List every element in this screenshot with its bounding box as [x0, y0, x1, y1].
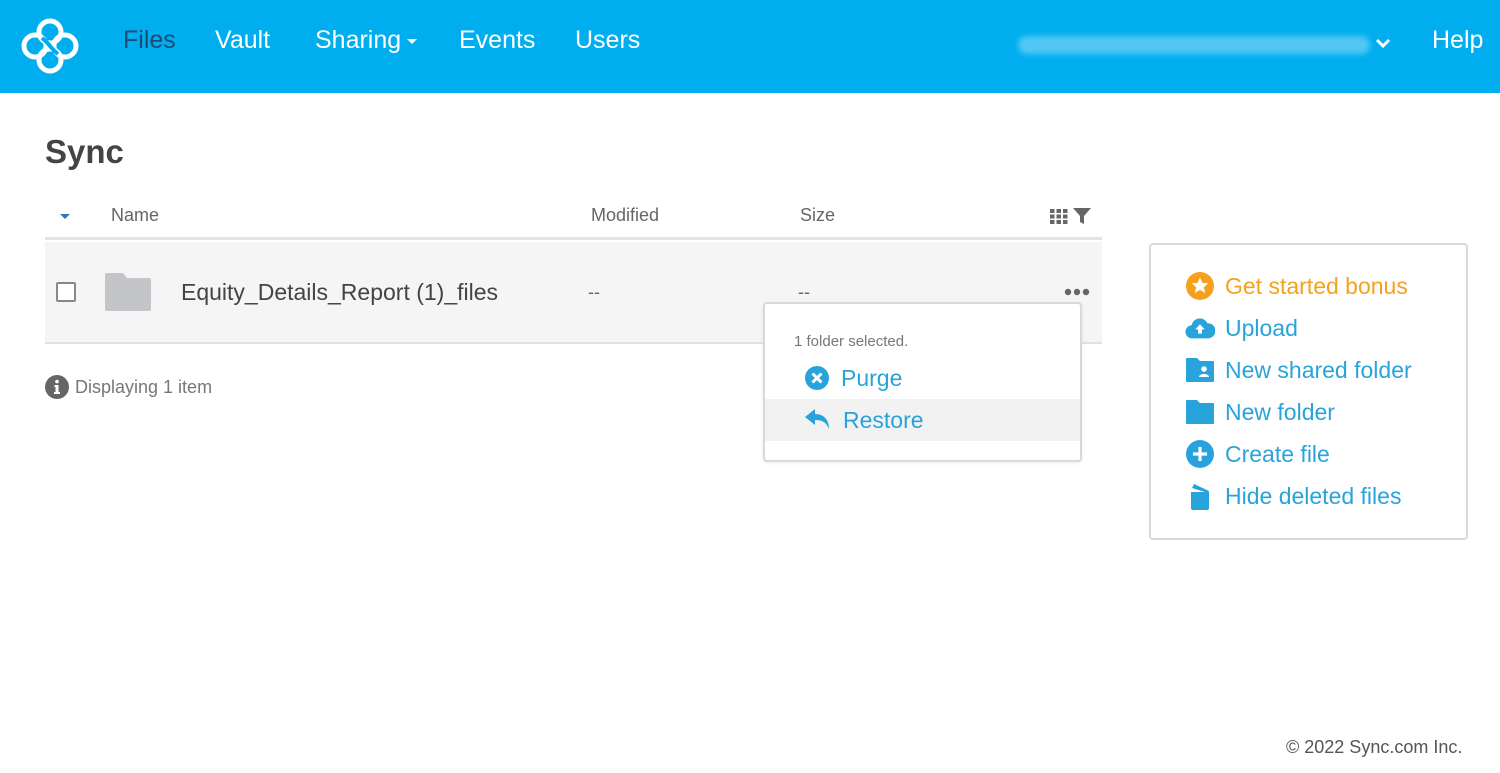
- action-label: New shared folder: [1225, 356, 1412, 383]
- reply-icon: [805, 409, 829, 429]
- column-header-size[interactable]: Size: [800, 205, 835, 226]
- folder-icon: [105, 273, 151, 311]
- menu-item-purge[interactable]: Purge: [765, 357, 1080, 399]
- action-label: Create file: [1225, 440, 1330, 467]
- action-new-folder[interactable]: New folder: [1185, 397, 1335, 427]
- column-header-name[interactable]: Name: [111, 205, 159, 226]
- top-navigation-bar: Files Vault Sharing Events Users Help: [0, 0, 1500, 93]
- item-count-status: Displaying 1 item: [45, 375, 212, 399]
- filter-icon[interactable]: [1073, 207, 1091, 225]
- info-icon: [45, 375, 69, 399]
- folder-icon: [1186, 400, 1214, 424]
- page-title: Sync: [45, 133, 124, 170]
- action-label: Hide deleted files: [1225, 482, 1402, 509]
- grid-view-icon[interactable]: [1050, 209, 1068, 224]
- menu-item-restore-label: Restore: [843, 406, 924, 433]
- actions-panel: Get started bonus Upload New shared fold…: [1149, 243, 1468, 540]
- sort-caret-icon[interactable]: [60, 214, 70, 219]
- context-menu: 1 folder selected. Purge Restore: [763, 302, 1082, 462]
- menu-item-purge-label: Purge: [841, 364, 903, 391]
- action-new-shared-folder[interactable]: New shared folder: [1185, 355, 1412, 385]
- account-menu-blurred[interactable]: [1018, 36, 1370, 54]
- action-create-file[interactable]: Create file: [1185, 439, 1330, 469]
- nav-vault[interactable]: Vault: [215, 26, 270, 55]
- caret-down-icon: [407, 38, 418, 44]
- nav-users[interactable]: Users: [575, 26, 640, 55]
- table-tools: [1050, 207, 1092, 225]
- action-upload[interactable]: Upload: [1185, 313, 1298, 343]
- more-options-icon[interactable]: [1063, 282, 1091, 302]
- item-count-text: Displaying 1 item: [75, 376, 213, 397]
- shared-folder-icon: [1186, 358, 1214, 382]
- row-checkbox[interactable]: [56, 282, 76, 302]
- action-label: Get started bonus: [1225, 272, 1408, 299]
- file-name[interactable]: Equity_Details_Report (1)_files: [181, 279, 498, 306]
- chevron-down-icon[interactable]: [1374, 34, 1392, 52]
- times-circle-icon: [805, 366, 829, 390]
- table-header: Name Modified Size: [45, 196, 1102, 240]
- action-label: Upload: [1225, 314, 1298, 341]
- column-header-modified[interactable]: Modified: [591, 205, 659, 226]
- cloud-upload-icon: [1185, 318, 1215, 339]
- size-value: --: [798, 282, 810, 302]
- copyright: © 2022 Sync.com Inc.: [1286, 737, 1463, 757]
- action-label: New folder: [1225, 398, 1335, 425]
- selection-caption: 1 folder selected.: [794, 333, 909, 350]
- plus-circle-icon: [1186, 440, 1214, 468]
- nav-help[interactable]: Help: [1432, 26, 1483, 55]
- nav-files[interactable]: Files: [123, 26, 176, 55]
- nav-sharing[interactable]: Sharing: [315, 26, 418, 55]
- sync-logo-icon[interactable]: [20, 18, 80, 74]
- nav-sharing-label: Sharing: [315, 26, 402, 54]
- action-get-started-bonus[interactable]: Get started bonus: [1185, 271, 1408, 301]
- nav-events[interactable]: Events: [459, 26, 535, 55]
- modified-value: --: [588, 282, 600, 302]
- menu-item-restore[interactable]: Restore: [765, 399, 1080, 441]
- star-circle-icon: [1186, 272, 1214, 300]
- action-hide-deleted-files[interactable]: Hide deleted files: [1185, 481, 1401, 511]
- trash-icon: [1191, 484, 1209, 510]
